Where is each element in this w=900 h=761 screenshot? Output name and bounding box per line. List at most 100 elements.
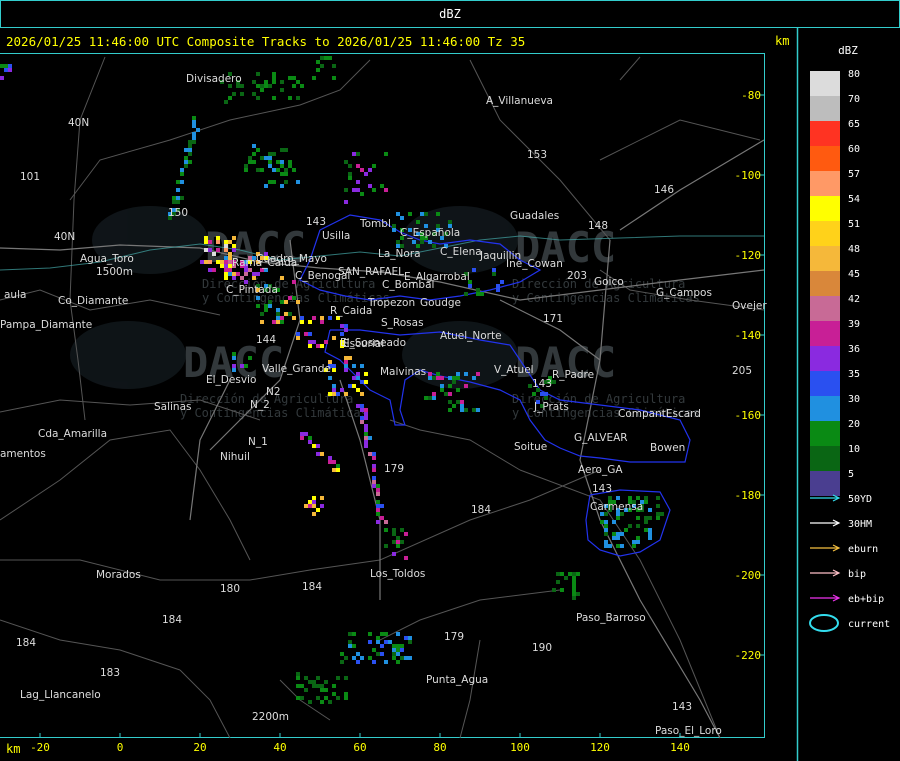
echo-pixel xyxy=(456,372,460,376)
echo-pixel xyxy=(572,584,576,588)
echo-pixel xyxy=(392,540,396,544)
echo-pixel xyxy=(180,180,184,184)
echo-pixel xyxy=(384,640,388,644)
echo-pixel xyxy=(460,400,464,404)
echo-pixel xyxy=(336,468,340,472)
echo-pixel xyxy=(328,456,332,460)
place-label: Paso_El_Loro xyxy=(655,725,722,737)
echo-pixel xyxy=(336,464,340,468)
radar-map[interactable]: DACCDirección de Agriculturay Contingenc… xyxy=(0,0,900,761)
echo-pixel xyxy=(284,300,288,304)
echo-pixel xyxy=(232,276,236,280)
echo-pixel xyxy=(320,688,324,692)
echo-pixel xyxy=(360,404,364,408)
place-label: 205 xyxy=(732,365,752,377)
echo-pixel xyxy=(252,144,256,148)
echo-pixel xyxy=(392,552,396,556)
place-label: 40N xyxy=(54,231,75,243)
echo-pixel xyxy=(372,484,376,488)
echo-pixel xyxy=(308,700,312,704)
track-label: 50YD xyxy=(848,494,872,505)
echo-pixel xyxy=(452,376,456,380)
echo-pixel xyxy=(280,88,284,92)
echo-pixel xyxy=(320,344,324,348)
echo-pixel xyxy=(648,516,652,520)
legend-label: 10 xyxy=(848,444,860,455)
echo-pixel xyxy=(304,676,308,680)
place-label: Aero_GA xyxy=(578,464,623,476)
echo-pixel xyxy=(492,272,496,276)
echo-pixel xyxy=(496,288,500,292)
echo-pixel xyxy=(308,436,312,440)
echo-pixel xyxy=(444,392,448,396)
echo-pixel xyxy=(364,444,368,448)
echo-pixel xyxy=(232,236,236,240)
echo-pixel xyxy=(268,300,272,304)
echo-pixel xyxy=(396,536,400,540)
echo-pixel xyxy=(180,168,184,172)
legend-label: 57 xyxy=(848,169,860,180)
echo-pixel xyxy=(636,524,640,528)
echo-pixel xyxy=(384,528,388,532)
echo-pixel xyxy=(292,76,296,80)
echo-pixel xyxy=(256,72,260,76)
echo-pixel xyxy=(608,544,612,548)
echo-pixel xyxy=(356,388,360,392)
echo-pixel xyxy=(328,56,332,60)
y-tick-label: -200 xyxy=(735,569,762,582)
place-label: 190 xyxy=(532,642,552,654)
place-label: Lag_Llancanelo xyxy=(20,689,101,701)
legend-swatch xyxy=(810,171,840,196)
echo-pixel xyxy=(560,572,564,576)
echo-pixel xyxy=(376,520,380,524)
x-tick-label: 60 xyxy=(353,741,366,754)
echo-pixel xyxy=(380,184,384,188)
echo-pixel xyxy=(224,248,228,252)
track-label: eburn xyxy=(848,544,878,555)
echo-pixel xyxy=(476,372,480,376)
echo-pixel xyxy=(276,308,280,312)
echo-pixel xyxy=(312,512,316,516)
echo-pixel xyxy=(264,80,268,84)
echo-pixel xyxy=(232,272,236,276)
y-tick-label: -120 xyxy=(735,249,762,262)
place-label: C_Española xyxy=(400,227,460,239)
legend-swatch xyxy=(810,321,840,346)
echo-pixel xyxy=(400,656,404,660)
echo-pixel xyxy=(380,632,384,636)
echo-pixel xyxy=(192,124,196,128)
echo-pixel xyxy=(356,660,360,664)
echo-pixel xyxy=(260,88,264,92)
place-label: Soitue xyxy=(514,441,547,453)
echo-pixel xyxy=(376,484,380,488)
place-label: 143 xyxy=(592,483,612,495)
echo-pixel xyxy=(372,464,376,468)
echo-pixel xyxy=(600,520,604,524)
echo-pixel xyxy=(216,248,220,252)
place-label: 148 xyxy=(588,220,608,232)
echo-pixel xyxy=(628,496,632,500)
echo-pixel xyxy=(572,592,576,596)
echo-pixel xyxy=(0,76,4,80)
echo-pixel xyxy=(332,384,336,388)
place-label: R_Caida xyxy=(330,305,372,317)
place-label: R_Padre xyxy=(552,369,594,381)
echo-pixel xyxy=(424,396,428,400)
echo-pixel xyxy=(564,576,568,580)
echo-pixel xyxy=(300,84,304,88)
echo-pixel xyxy=(300,684,304,688)
echo-pixel xyxy=(356,164,360,168)
echo-pixel xyxy=(284,168,288,172)
legend-swatch xyxy=(810,121,840,146)
echo-pixel xyxy=(356,188,360,192)
echo-pixel xyxy=(228,272,232,276)
echo-pixel xyxy=(248,356,252,360)
legend-label: 30 xyxy=(848,394,860,405)
echo-pixel xyxy=(224,268,228,272)
echo-pixel xyxy=(200,260,204,264)
place-label: Divisadero xyxy=(186,73,242,85)
echo-pixel xyxy=(312,680,316,684)
echo-pixel xyxy=(348,644,352,648)
echo-pixel xyxy=(352,644,356,648)
track-label: bip xyxy=(848,569,866,580)
